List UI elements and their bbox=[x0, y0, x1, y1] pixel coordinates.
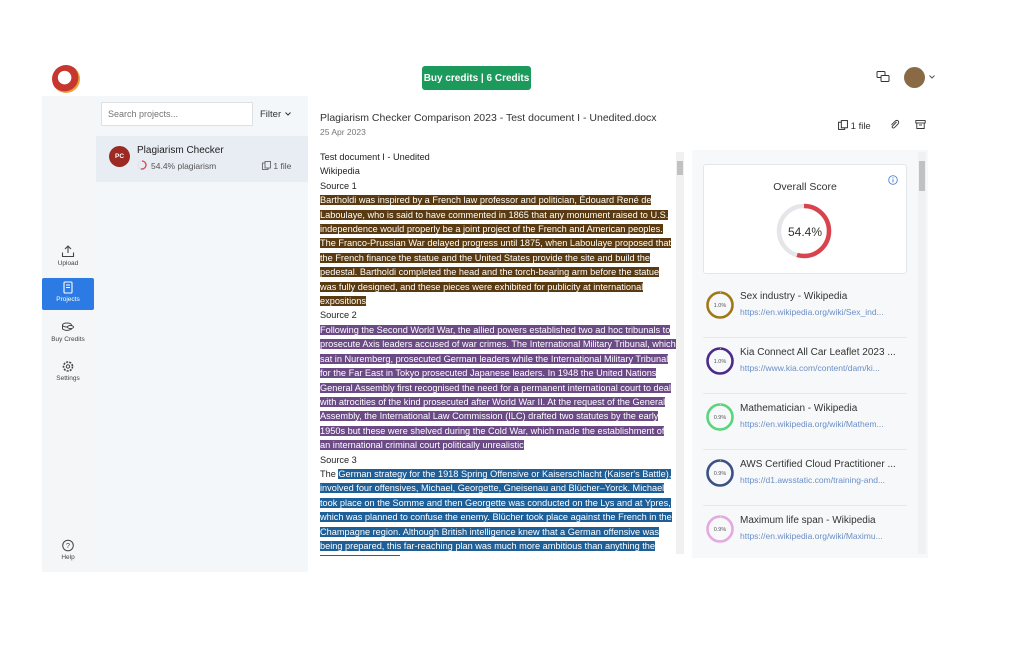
sidebar-item-help[interactable]: ? Help bbox=[42, 536, 94, 568]
source-url[interactable]: https://d1.awsstatic.com/training-and... bbox=[740, 475, 907, 485]
logo[interactable] bbox=[52, 65, 80, 93]
source-match-item[interactable]: 0.9% Maximum life span - Wikipedia https:/… bbox=[703, 506, 907, 558]
source-title[interactable]: AWS Certified Cloud Practitioner ... bbox=[740, 459, 910, 470]
document-date: 25 Apr 2023 bbox=[320, 127, 366, 137]
highlighted-match[interactable]: German strategy for the 1918 Spring Offe… bbox=[320, 468, 672, 556]
avatar[interactable] bbox=[904, 67, 925, 88]
sidebar-item-projects[interactable]: Projects bbox=[42, 278, 94, 310]
source-percent: 1.0% bbox=[714, 359, 727, 365]
scrollbar-thumb[interactable] bbox=[919, 161, 925, 191]
project-plagiarism: 54.4% plagiarism bbox=[151, 161, 217, 171]
document-heading: Test document I - Unedited bbox=[320, 152, 430, 162]
filter-label: Filter bbox=[260, 109, 282, 120]
source-label: Source 3 bbox=[320, 454, 357, 465]
source-percent: 0.9% bbox=[714, 527, 727, 533]
projects-panel: Filter PC Plagiarism Checker 54.4% plagi… bbox=[96, 96, 308, 572]
search-input[interactable] bbox=[101, 102, 253, 126]
filter-dropdown[interactable]: Filter bbox=[260, 109, 292, 120]
overall-score-title: Overall Score bbox=[773, 181, 837, 193]
file-copy-icon bbox=[262, 161, 271, 170]
source-match-item[interactable]: 0.9% AWS Certified Cloud Practitioner ...… bbox=[703, 450, 907, 506]
source-url[interactable]: https://www.kia.com/content/dam/ki... bbox=[740, 363, 907, 373]
project-file-count: 1 file bbox=[262, 161, 291, 171]
source-percent-ring: 0.9% bbox=[706, 515, 734, 543]
file-count-button[interactable]: 1 file bbox=[838, 120, 871, 132]
source-url[interactable]: https://en.wikipedia.org/wiki/Mathem... bbox=[740, 419, 907, 429]
coins-icon bbox=[62, 322, 74, 331]
paperclip-icon bbox=[891, 119, 900, 129]
file-copy-icon bbox=[838, 120, 848, 130]
project-card[interactable]: PC Plagiarism Checker 54.4% plagiarism 1… bbox=[96, 136, 308, 182]
source-list: 1.0% Sex industry - Wikipedia https://en.w… bbox=[703, 282, 907, 558]
source-title[interactable]: Maximum life span - Wikipedia bbox=[740, 515, 910, 526]
source-percent-ring: 0.9% bbox=[706, 459, 734, 487]
source-percent: 0.9% bbox=[714, 415, 727, 421]
buy-credits-button[interactable]: Buy credits | 6 Credits bbox=[422, 66, 531, 90]
plagiarism-ring-icon bbox=[137, 160, 147, 170]
projects-icon bbox=[63, 281, 73, 294]
passage-prefix: The bbox=[320, 468, 339, 479]
source-match-item[interactable]: 1.0% Sex industry - Wikipedia https://en.w… bbox=[703, 282, 907, 338]
sidebar-item-label: Settings bbox=[56, 375, 80, 382]
results-panel: Overall Score 54.4% 1.0% Sex industry - W… bbox=[692, 150, 928, 558]
source-match-item[interactable]: 0.9% Mathematician - Wikipedia https://en.… bbox=[703, 394, 907, 450]
source-percent-ring: 1.0% bbox=[706, 291, 734, 319]
overall-score-value: 54.4% bbox=[787, 225, 823, 239]
help-icon: ? bbox=[62, 539, 74, 552]
source-label: Source 1 bbox=[320, 180, 357, 191]
upload-icon bbox=[61, 245, 75, 258]
source-url[interactable]: https://en.wikipedia.org/wiki/Sex_ind... bbox=[740, 307, 907, 317]
source-match-item[interactable]: 1.0% Kia Connect All Car Leaflet 2023 ...… bbox=[703, 338, 907, 394]
source-title[interactable]: Mathematician - Wikipedia bbox=[740, 403, 910, 414]
document-title: Plagiarism Checker Comparison 2023 - Tes… bbox=[320, 112, 657, 124]
sidebar-item-label: Buy Credits bbox=[51, 336, 85, 343]
results-scrollbar[interactable] bbox=[918, 152, 926, 554]
source-label: Source 2 bbox=[320, 310, 357, 321]
source-percent-ring: 1.0% bbox=[706, 347, 734, 375]
source-percent: 0.9% bbox=[714, 471, 727, 477]
sidebar-item-label: Projects bbox=[56, 296, 80, 303]
source-percent: 1.0% bbox=[714, 303, 727, 309]
sidebar-item-label: Upload bbox=[57, 260, 79, 267]
sidebar: Upload Projects Buy Credits Settings ? H… bbox=[42, 96, 96, 572]
source-title[interactable]: Kia Connect All Car Leaflet 2023 ... bbox=[740, 347, 910, 358]
document-actions: 1 file bbox=[838, 119, 926, 133]
document-subheading: Wikipedia bbox=[320, 166, 360, 177]
source-2-passage: Following the Second World War, the alli… bbox=[320, 323, 676, 453]
chevron-down-icon[interactable] bbox=[928, 73, 936, 81]
sidebar-item-buy-credits[interactable]: Buy Credits bbox=[42, 318, 94, 350]
file-count-label: 1 file bbox=[273, 161, 292, 171]
source-3-passage: The German strategy for the 1918 Spring … bbox=[320, 467, 676, 556]
scrollbar-thumb[interactable] bbox=[677, 161, 683, 175]
archive-icon bbox=[915, 120, 926, 129]
highlighted-match[interactable]: Bartholdi was inspired by a French law p… bbox=[320, 195, 672, 307]
source-url[interactable]: https://en.wikipedia.org/wiki/Maximu... bbox=[740, 531, 907, 541]
project-avatar: PC bbox=[109, 146, 130, 167]
source-title[interactable]: Sex industry - Wikipedia bbox=[740, 291, 910, 302]
main-panel: Plagiarism Checker Comparison 2023 - Tes… bbox=[308, 96, 946, 572]
source-1-passage: Bartholdi was inspired by a French law p… bbox=[320, 193, 676, 308]
sidebar-item-settings[interactable]: Settings bbox=[42, 357, 94, 389]
file-count-label: 1 file bbox=[850, 120, 871, 132]
gear-icon bbox=[62, 361, 74, 372]
chat-bubbles-icon[interactable] bbox=[876, 70, 890, 84]
chevron-down-icon bbox=[284, 112, 291, 117]
document-scrollbar[interactable] bbox=[676, 152, 684, 554]
source-percent-ring: 0.9% bbox=[706, 403, 734, 431]
project-name: Plagiarism Checker bbox=[137, 145, 224, 156]
attach-button[interactable] bbox=[889, 119, 900, 133]
archive-button[interactable] bbox=[915, 119, 926, 133]
document-body: Test document I - Unedited Wikipedia Sou… bbox=[320, 150, 676, 556]
info-icon[interactable] bbox=[888, 175, 898, 185]
overall-score-card: Overall Score 54.4% bbox=[703, 164, 907, 274]
app-window: Buy credits | 6 Credits Upload Projects bbox=[42, 58, 946, 572]
sidebar-item-label: Help bbox=[61, 554, 75, 561]
svg-text:?: ? bbox=[66, 541, 70, 550]
top-bar: Buy credits | 6 Credits bbox=[42, 58, 946, 96]
sidebar-item-upload[interactable]: Upload bbox=[42, 242, 94, 274]
highlighted-match[interactable]: Following the Second World War, the alli… bbox=[320, 324, 676, 451]
